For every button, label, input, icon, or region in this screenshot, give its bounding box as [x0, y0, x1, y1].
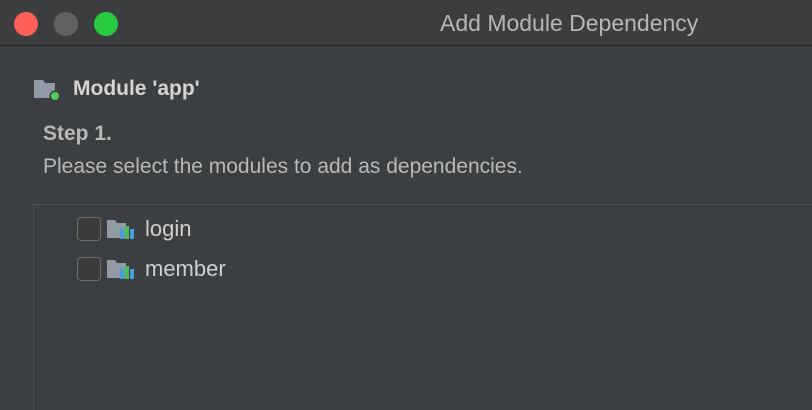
- modules-list[interactable]: login member: [33, 204, 812, 410]
- library-module-icon: [107, 216, 141, 242]
- checkbox-login[interactable]: [77, 217, 101, 241]
- module-header: Module 'app': [34, 75, 200, 103]
- step-title: Step 1.: [43, 122, 112, 145]
- list-item-label: login: [145, 216, 192, 241]
- checkbox-member[interactable]: [77, 257, 101, 281]
- title-bar: Add Module Dependency: [0, 0, 812, 46]
- library-module-icon: [107, 256, 141, 282]
- dialog-window: Add Module Dependency Module 'app' Step …: [0, 0, 812, 410]
- list-item-label: member: [145, 256, 226, 281]
- minimize-window-button[interactable]: [54, 12, 78, 36]
- zoom-window-button[interactable]: [94, 12, 118, 36]
- module-label: Module 'app': [73, 77, 200, 100]
- list-item-member[interactable]: member: [77, 255, 226, 283]
- module-folder-icon: [34, 75, 64, 103]
- list-item-login[interactable]: login: [77, 215, 191, 243]
- step-description: Please select the modules to add as depe…: [43, 155, 523, 178]
- close-window-button[interactable]: [14, 12, 38, 36]
- window-title: Add Module Dependency: [440, 10, 699, 36]
